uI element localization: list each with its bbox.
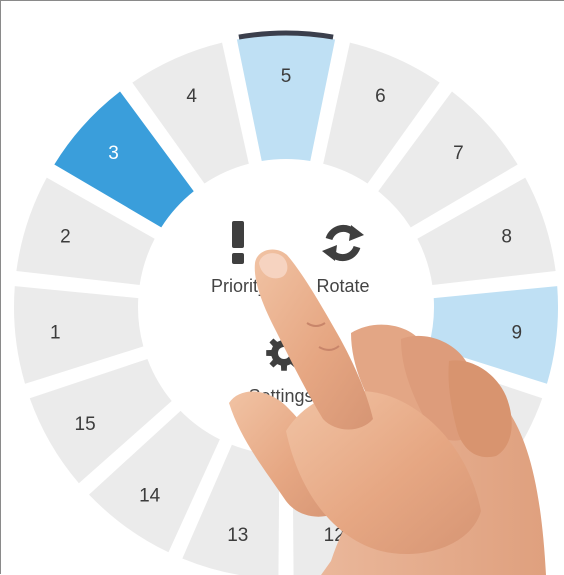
segment-number-label: 14 <box>139 486 161 507</box>
segment-number-label: 4 <box>186 86 197 107</box>
segment-number-label: 1 <box>50 322 61 343</box>
rotate-icon <box>322 224 364 262</box>
rotate-label: Rotate <box>316 276 369 296</box>
dial-menu-screen: 123456789101112131415 Priority Rotate Se… <box>0 0 564 575</box>
segment-number-label: 9 <box>511 322 522 343</box>
dial-segment-5[interactable] <box>236 35 336 162</box>
rotate-action[interactable]: Rotate <box>316 224 370 296</box>
segment-number-label: 2 <box>60 226 71 247</box>
segment-number-label: 13 <box>227 525 248 546</box>
segment-number-label: 15 <box>75 414 96 435</box>
radial-dial: 123456789101112131415 Priority Rotate Se… <box>14 30 558 575</box>
segment-number-label: 5 <box>281 66 292 87</box>
segment-number-label: 7 <box>453 143 464 164</box>
segment-number-label: 3 <box>108 143 119 164</box>
segment-number-label: 6 <box>375 86 386 107</box>
exclamation-icon <box>232 221 244 264</box>
segment-number-label: 8 <box>501 226 512 247</box>
